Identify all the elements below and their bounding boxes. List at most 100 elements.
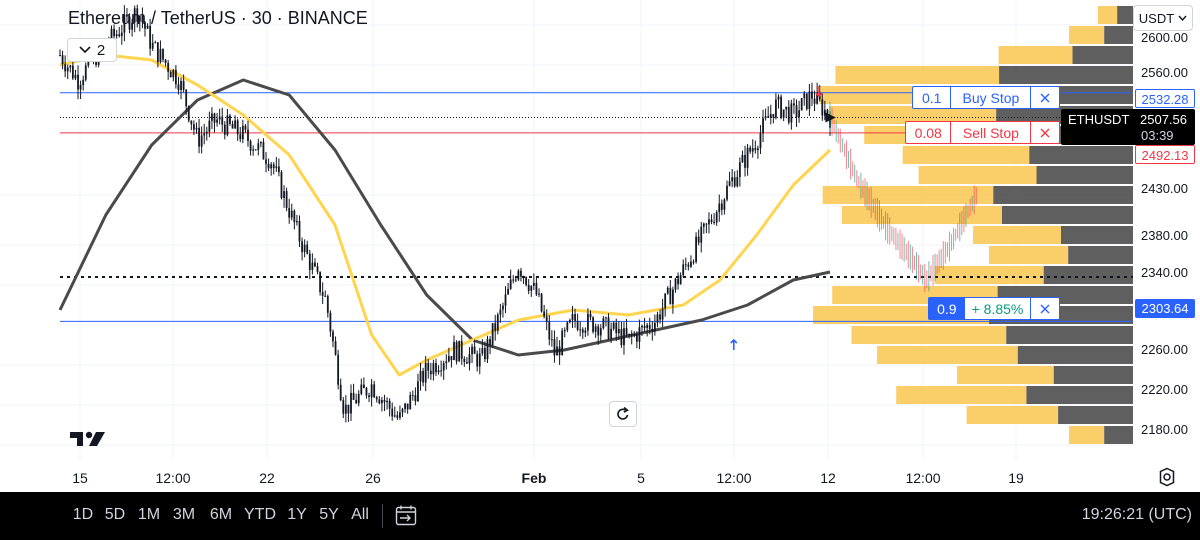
volume-bar-up	[851, 326, 1007, 344]
range-5d-button[interactable]: 5D	[105, 506, 125, 524]
candle-body	[790, 103, 793, 123]
candle-body	[520, 270, 522, 277]
candle-body	[326, 296, 329, 313]
range-3m-button[interactable]: 3M	[173, 506, 195, 524]
candle-body	[198, 127, 200, 147]
candle-body	[777, 96, 780, 100]
candle-body	[350, 392, 352, 414]
candle-body	[728, 181, 731, 186]
time-tick: 12:00	[155, 470, 191, 486]
candle-body	[605, 317, 607, 319]
candle-body	[664, 293, 667, 309]
candle-body	[767, 116, 770, 118]
bar-countdown: 03:39	[1141, 128, 1174, 143]
range-ytd-button[interactable]: YTD	[244, 506, 276, 524]
candle-body	[187, 106, 190, 121]
candle-body	[821, 99, 824, 116]
candle-body	[200, 135, 203, 147]
candle-body	[280, 172, 283, 199]
price-axis[interactable]: 2600.00 2560.00 2430.00 2380.00 2340.00 …	[1133, 0, 1200, 470]
candle-body	[805, 93, 808, 109]
price-tick: 2180.00	[1141, 422, 1188, 437]
position-label[interactable]: 0.9 + 8.85%	[928, 297, 1060, 320]
volume-bar-up	[902, 146, 1030, 164]
candle-body	[247, 129, 249, 142]
candle-body	[409, 394, 412, 410]
candle-body	[630, 333, 633, 336]
candle-body	[275, 166, 278, 169]
candle-body	[669, 287, 672, 305]
position-qty[interactable]: 0.9	[929, 298, 965, 319]
range-1d-button[interactable]: 1D	[73, 506, 93, 524]
candle-body	[66, 67, 69, 72]
range-1m-button[interactable]: 1M	[138, 506, 160, 524]
buy-stop-order-label[interactable]: 0.1 Buy Stop	[912, 86, 1060, 109]
candle-body	[254, 149, 257, 151]
candle-body	[726, 185, 728, 200]
utc-clock[interactable]: 19:26:21 (UTC)	[1082, 506, 1192, 524]
candle-body	[401, 408, 404, 413]
range-5y-button[interactable]: 5Y	[319, 506, 339, 524]
buy-stop-type[interactable]: Buy Stop	[951, 87, 1030, 108]
price-chart[interactable]	[0, 0, 1200, 492]
price-tick: 2220.00	[1141, 382, 1188, 397]
gear-icon[interactable]	[1157, 467, 1177, 492]
time-tick: 12:00	[905, 470, 941, 486]
candle-body	[370, 384, 373, 398]
sell-stop-order-label[interactable]: 0.08 Sell Stop	[905, 121, 1060, 144]
candle-body	[177, 84, 180, 90]
candle-body	[535, 282, 538, 295]
candle-body	[710, 219, 713, 222]
candle-body	[180, 80, 182, 90]
volume-bar-down	[1029, 146, 1133, 164]
candle-body	[162, 48, 164, 60]
candle-body	[404, 403, 406, 409]
position-price-badge: 2303.64	[1135, 299, 1195, 318]
candle-body	[620, 329, 623, 346]
candle-body	[399, 412, 401, 418]
candle-body	[687, 264, 690, 267]
volume-bar-down	[1053, 366, 1133, 384]
candle-body	[308, 253, 311, 270]
date-range-icon[interactable]	[394, 504, 418, 533]
range-6m-button[interactable]: 6M	[210, 506, 232, 524]
candle-body	[373, 384, 376, 398]
range-1y-button[interactable]: 1Y	[287, 506, 307, 524]
volume-bar-up	[822, 186, 994, 204]
candle-body	[764, 116, 767, 119]
candle-body	[193, 124, 195, 130]
sell-stop-qty[interactable]: 0.08	[906, 122, 952, 143]
sell-stop-type[interactable]: Sell Stop	[951, 122, 1030, 143]
time-tick: 26	[365, 470, 381, 486]
range-all-button[interactable]: All	[351, 506, 369, 524]
close-icon[interactable]	[1030, 298, 1059, 319]
volume-bar-down	[1001, 206, 1133, 224]
candle-body	[633, 334, 636, 336]
candle-body	[205, 131, 208, 134]
candle-body	[277, 166, 280, 173]
candle-body	[381, 399, 383, 404]
tradingview-logo-icon[interactable]	[70, 430, 106, 453]
candle-body	[352, 392, 355, 400]
close-icon[interactable]	[1030, 87, 1059, 108]
candle-body	[270, 164, 273, 169]
candle-body	[762, 118, 764, 134]
candle-body	[556, 346, 558, 356]
candle-body	[486, 339, 489, 360]
candle-body	[84, 65, 87, 80]
indicators-toggle-button[interactable]: 2	[67, 38, 117, 62]
close-icon[interactable]	[1030, 122, 1059, 143]
candle-body	[156, 42, 159, 63]
buy-stop-qty[interactable]: 0.1	[913, 87, 952, 108]
candle-body	[154, 42, 157, 44]
volume-bar-down	[1104, 426, 1133, 444]
candle-body	[365, 388, 368, 396]
candle-body	[159, 48, 162, 63]
candle-body	[378, 399, 381, 404]
candle-body	[445, 361, 448, 364]
chart-area[interactable]: Ethereum / TetherUS · 30 · BINANCE 2 USD…	[0, 0, 1200, 492]
reset-chart-button[interactable]	[609, 401, 637, 427]
symbol-title[interactable]: Ethereum / TetherUS · 30 · BINANCE	[68, 8, 368, 29]
volume-bar-up	[957, 366, 1054, 384]
volume-bar-down	[1061, 226, 1133, 244]
